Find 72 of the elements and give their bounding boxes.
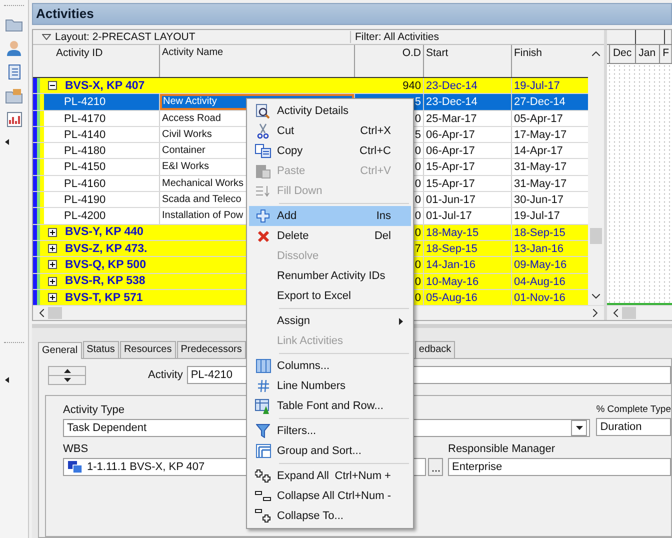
start-date: 15-Apr-17: [426, 178, 475, 190]
duration-cell: 7: [414, 242, 421, 255]
activity-name: Civil Works: [162, 128, 212, 140]
group-label: BVS-Q, KP 500: [65, 258, 146, 273]
start-date: 18-May-15: [426, 226, 479, 239]
finish-date: 19-Jul-17: [514, 210, 560, 222]
field-label: % Complete Type: [596, 404, 671, 415]
month-header: Dec: [610, 45, 636, 63]
duration-cell: 5: [414, 128, 421, 141]
finish-date: 13-Jan-16: [514, 242, 564, 255]
group-label: BVS-R, KP 538: [65, 274, 146, 289]
activity-name: Installation of Pow: [162, 210, 244, 222]
activity-name: Container: [162, 145, 206, 156]
finish-date: 04-Aug-16: [514, 276, 566, 288]
duration-cell: 940: [402, 80, 421, 92]
finish-date: 31-May-17: [514, 178, 567, 190]
finish-date: 18-Sep-15: [514, 226, 566, 239]
activity-id: PL-4200: [64, 210, 106, 222]
activity-id: PL-4210: [64, 96, 106, 108]
start-date: 23-Dec-14: [426, 96, 478, 108]
start-date: 01-Jul-17: [426, 210, 472, 222]
start-date: 14-Jan-16: [426, 259, 476, 272]
finish-date: 17-May-17: [514, 128, 567, 141]
finish-date: 09-May-16: [514, 259, 567, 272]
activity-id: PL-4180: [64, 145, 106, 158]
finish-date: 19-Jul-17: [514, 80, 560, 92]
duration-cell: 5: [414, 96, 421, 108]
panel-title: Activities: [32, 3, 672, 25]
month-header: Jan: [636, 45, 660, 63]
activity-name: Mechanical Works: [162, 178, 244, 189]
duration-cell: 0: [414, 292, 421, 304]
group-label: BVS-Z, KP 473.: [65, 242, 148, 256]
duration-cell: 0: [414, 145, 421, 158]
finish-date: 01-Nov-16: [514, 292, 566, 304]
activity-id: PL-4160: [64, 178, 106, 190]
duration-cell: 0: [414, 194, 421, 206]
activity-name: Scada and Teleco: [162, 194, 242, 206]
activity-id: PL-4140: [64, 128, 106, 141]
duration-cell: 0: [414, 210, 421, 222]
duration-cell: 0: [414, 112, 421, 125]
group-label: BVS-Y, KP 440: [65, 225, 144, 240]
start-date: 10-May-16: [426, 276, 479, 288]
start-date: 23-Dec-14: [426, 80, 478, 92]
duration-cell: 0: [414, 276, 421, 288]
field-label: Activity: [148, 369, 183, 381]
activity-id: PL-4190: [64, 194, 106, 206]
group-label: BVS-X, KP 407: [65, 78, 145, 94]
start-date: 05-Aug-16: [426, 292, 478, 304]
start-date: 15-Apr-17: [426, 161, 475, 174]
month-header: F: [660, 45, 672, 63]
start-date: 25-Mar-17: [426, 112, 477, 125]
finish-date: 30-Jun-17: [514, 194, 564, 206]
duration-cell: 0: [414, 161, 421, 174]
group-label: BVS-T, KP 571: [65, 290, 143, 305]
finish-date: 05-Apr-17: [514, 112, 563, 125]
start-date: 06-Apr-17: [426, 145, 475, 158]
field-label: WBS: [63, 443, 88, 455]
finish-date: 31-May-17: [514, 161, 567, 174]
start-date: 01-Jun-17: [426, 194, 476, 206]
duration-cell: 0: [414, 259, 421, 272]
duration-cell: 0: [414, 226, 421, 239]
field-label: Responsible Manager: [448, 443, 556, 455]
activity-name: Access Road: [162, 112, 221, 124]
finish-date: 27-Dec-14: [514, 96, 566, 108]
field-label: Activity Type: [63, 404, 125, 416]
start-date: 06-Apr-17: [426, 128, 475, 141]
finish-date: 14-Apr-17: [514, 145, 563, 158]
activity-id: PL-4170: [64, 112, 106, 125]
duration-cell: 0: [414, 178, 421, 190]
activity-id: PL-4150: [64, 161, 106, 174]
activity-name: E&I Works: [162, 161, 210, 172]
start-date: 18-Sep-15: [426, 242, 478, 255]
